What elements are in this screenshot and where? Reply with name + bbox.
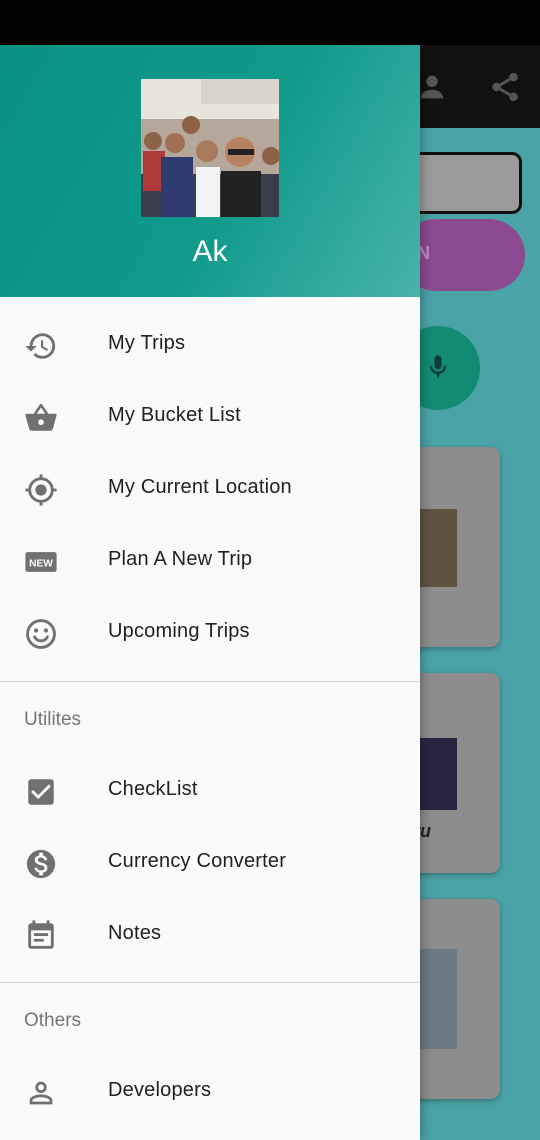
- person-add-icon[interactable]: [415, 70, 449, 104]
- calendar-note-icon: [28, 920, 54, 949]
- menu-item-notes[interactable]: Notes: [0, 899, 420, 971]
- menu-item-plan-a-new-trip[interactable]: NEW Plan A New Trip: [0, 525, 420, 597]
- section-title-others: Others: [24, 1010, 82, 1031]
- smiley-icon: [26, 619, 56, 649]
- section-title-utilities: Utilites: [24, 709, 82, 730]
- menu-item-checklist[interactable]: CheckList: [0, 755, 420, 827]
- menu-item-my-trips[interactable]: My Trips: [0, 309, 420, 381]
- history-icon: [25, 333, 56, 359]
- menu-item-label: Currency Converter: [108, 850, 287, 872]
- divider: [0, 982, 420, 983]
- share-icon[interactable]: [488, 70, 522, 104]
- menu-item-label: Upcoming Trips: [108, 620, 250, 642]
- menu-item-upcoming-trips[interactable]: Upcoming Trips: [0, 597, 420, 669]
- checkbox-icon: [28, 779, 54, 805]
- drawer-header: Ak: [0, 45, 420, 297]
- menu-item-label: My Current Location: [108, 476, 292, 498]
- menu-item-label: Notes: [108, 922, 162, 944]
- menu-item-label: Developers: [108, 1079, 212, 1101]
- svg-text:NEW: NEW: [29, 559, 53, 570]
- avatar[interactable]: [141, 79, 279, 217]
- divider: [0, 681, 420, 682]
- menu-item-label: CheckList: [108, 778, 198, 800]
- dollar-icon: [26, 849, 56, 879]
- menu-item-label: Plan A New Trip: [108, 548, 253, 570]
- my-location-icon: [25, 474, 57, 506]
- menu-item-label: My Bucket List: [108, 404, 241, 426]
- menu-item-label: My Trips: [108, 332, 186, 354]
- new-badge-icon: NEW: [25, 552, 57, 572]
- basket-icon: [25, 403, 57, 431]
- menu-item-my-current-location[interactable]: My Current Location: [0, 453, 420, 525]
- mic-icon: [429, 355, 447, 378]
- person-icon: [29, 1081, 53, 1105]
- menu-item-my-bucket-list[interactable]: My Bucket List: [0, 381, 420, 453]
- menu-item-developers[interactable]: Developers: [0, 1056, 420, 1128]
- navigation-drawer: Ak My Trips My Bucket List My Current Lo…: [0, 45, 420, 1140]
- status-bar: [0, 0, 540, 45]
- user-name: Ak: [192, 235, 228, 268]
- menu-item-currency-converter[interactable]: Currency Converter: [0, 827, 420, 899]
